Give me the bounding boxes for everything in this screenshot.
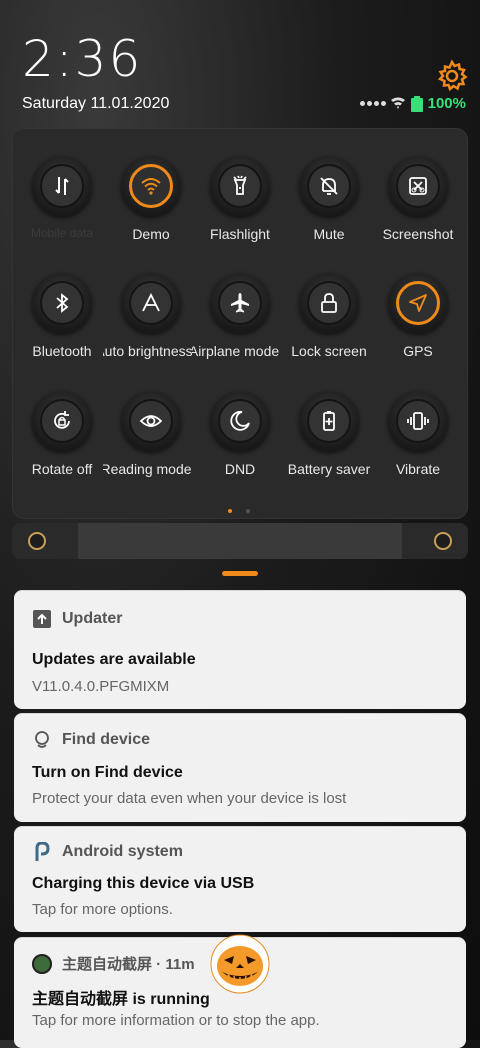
bluetooth-icon [56, 293, 69, 313]
moon-icon [230, 410, 250, 431]
date[interactable]: Saturday 11.01.2020 [22, 95, 169, 113]
wifi-status-icon [390, 97, 405, 109]
tile-reading-mode[interactable]: Reading mode [103, 391, 195, 481]
upload-icon [33, 610, 51, 628]
tile-mute[interactable]: Mute [285, 156, 373, 246]
notification-header: 主题自动截屏 · 11m [32, 953, 195, 974]
android-system-icon [35, 842, 50, 861]
signal-dots-icon [359, 101, 386, 106]
tile-vibrate[interactable]: Vibrate [374, 391, 462, 481]
tile-battery-saver[interactable]: Battery saver [285, 391, 373, 481]
tile-label: Reading mode [103, 461, 192, 477]
clock[interactable]: 2:36 [22, 30, 142, 88]
tile-demo[interactable]: Demo [107, 156, 195, 246]
tile-label: Lock screen [291, 343, 367, 359]
auto-brightness-icon [142, 292, 160, 312]
brightness-slider[interactable] [12, 523, 468, 559]
flashlight-icon [233, 175, 247, 195]
notification-header: Android system [32, 842, 183, 862]
notification-title: 主题自动截屏 is running [32, 991, 210, 1008]
status-icons: 100% [359, 95, 466, 112]
notification-body: Protect your data even when your device … [32, 790, 347, 807]
find-device-icon [35, 731, 49, 748]
tile-label: GPS [403, 343, 433, 359]
notification-app-name: 主题自动截屏 · 11m [62, 956, 195, 973]
tile-label: Flashlight [210, 226, 270, 242]
notification-body: Tap for more information or to stop the … [32, 1012, 320, 1029]
tile-auto-brightness[interactable]: Auto brightness [103, 273, 195, 363]
quick-settings-panel: Mobile data Demo Flashlight Mute Screens… [12, 128, 468, 519]
notification-updater[interactable]: Updater Updates are available V11.0.4.0.… [14, 591, 466, 709]
lock-icon [321, 293, 337, 313]
notification-app-name: Updater [62, 610, 123, 627]
tile-screenshot[interactable]: Screenshot [374, 156, 462, 246]
vibrate-icon [407, 412, 429, 430]
panel-drag-handle[interactable] [222, 571, 258, 576]
bell-off-icon [320, 177, 338, 195]
tile-label: Rotate off [31, 461, 93, 477]
tile-mobile-data[interactable]: Mobile data [18, 156, 106, 246]
mobile-data-icon [55, 177, 69, 195]
tile-label: Battery saver [287, 461, 371, 477]
notification-header: Updater [32, 609, 122, 629]
tile-label: Demo [132, 226, 170, 242]
tile-label: Auto brightness [103, 343, 193, 359]
brightness-track[interactable] [78, 523, 402, 559]
notification-title: Turn on Find device [32, 764, 183, 781]
screenshot-icon [409, 177, 427, 195]
tile-flashlight[interactable]: Flashlight [196, 156, 284, 246]
airplane-icon [231, 293, 249, 313]
brightness-high-knob[interactable] [434, 532, 452, 550]
rotation-lock-icon [54, 411, 70, 429]
notification-body: V11.0.4.0.PFGMIXM [32, 678, 170, 695]
tile-label: Mute [313, 226, 345, 242]
eye-icon [139, 415, 163, 427]
tile-label: Vibrate [395, 461, 441, 477]
battery-percentage: 100% [427, 95, 466, 112]
notification-title: Updates are available [32, 651, 196, 668]
tile-label: Airplane mode [192, 343, 280, 359]
tile-label: DND [224, 461, 256, 477]
wifi-icon [141, 178, 161, 195]
settings-gear-icon[interactable] [434, 58, 470, 94]
notification-title: Charging this device via USB [32, 875, 255, 892]
brightness-low-knob[interactable] [28, 532, 46, 550]
page-indicator [228, 509, 250, 513]
app-icon [32, 953, 52, 974]
notification-body: Tap for more options. [32, 901, 173, 918]
notification-app-name: Find device [62, 731, 151, 748]
notification-find-device[interactable]: Find device Turn on Find device Protect … [14, 714, 466, 822]
tile-lock-screen[interactable]: Lock screen [285, 273, 373, 363]
notification-app-name: Android system [62, 843, 183, 860]
tile-label: Mobile data [30, 226, 94, 240]
tile-airplane-mode[interactable]: Airplane mode [192, 273, 284, 363]
tile-dnd[interactable]: DND [196, 391, 284, 481]
notification-android-system[interactable]: Android system Charging this device via … [14, 827, 466, 932]
tile-label: Bluetooth [32, 343, 92, 359]
notification-header: Find device [32, 730, 150, 750]
tile-rotate-off[interactable]: Rotate off [18, 391, 106, 481]
location-arrow-icon [409, 294, 427, 312]
tile-bluetooth[interactable]: Bluetooth [18, 273, 106, 363]
tile-gps[interactable]: GPS [374, 273, 462, 363]
battery-icon [410, 95, 423, 112]
floating-pumpkin-icon[interactable] [210, 934, 270, 994]
battery-saver-icon [323, 411, 335, 431]
tile-label: Screenshot [382, 226, 454, 242]
